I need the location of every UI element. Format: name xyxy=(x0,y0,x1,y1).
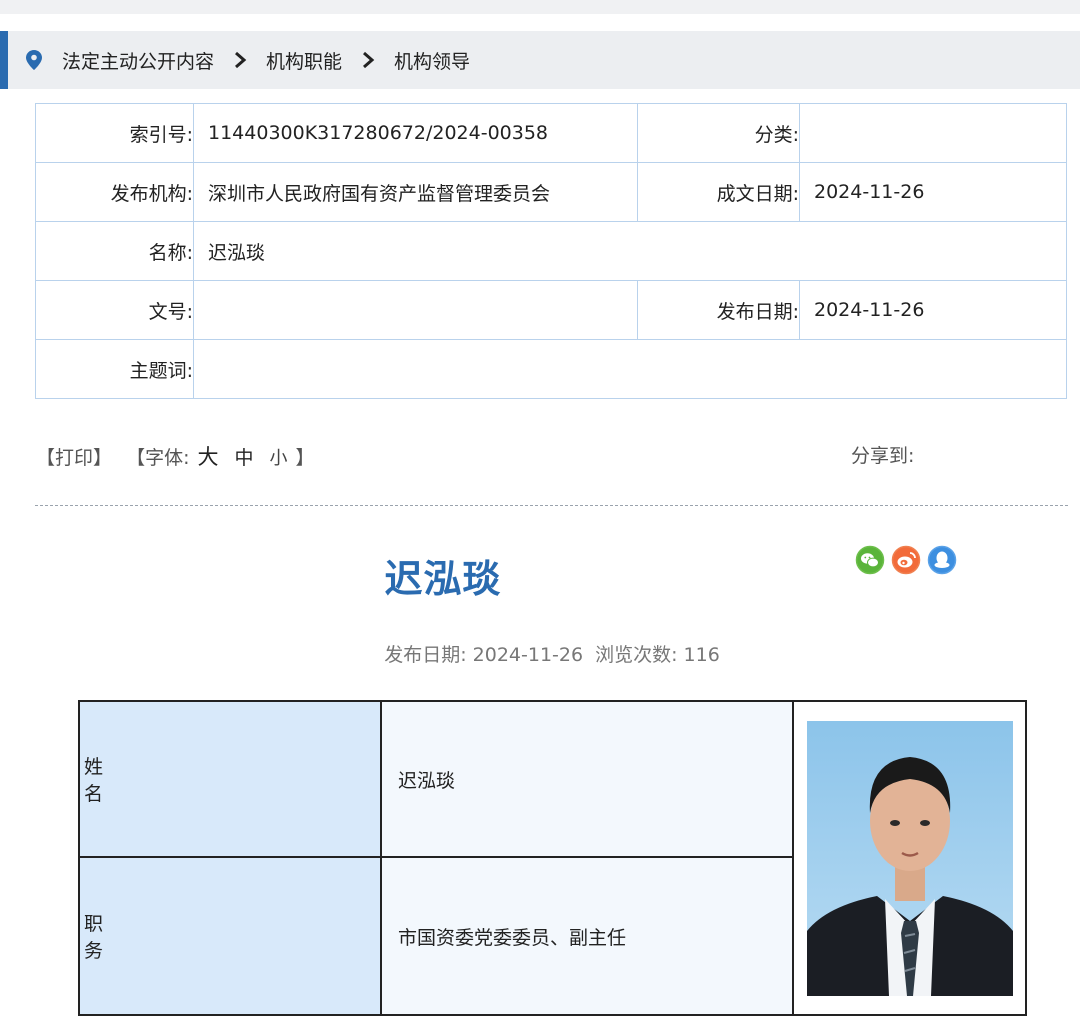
profile-row: 姓名 迟泓琰 xyxy=(78,700,1027,1016)
index-label: 索引号: xyxy=(35,103,194,163)
publish-date-label: 发布日期: xyxy=(637,280,800,340)
position-cell: 市国资委党委委员、副主任 xyxy=(380,856,794,1016)
category-label: 分类: xyxy=(637,103,800,163)
meta-row: 索引号: 11440300K317280672/2024-00358 分类: xyxy=(35,103,1067,163)
category-value xyxy=(799,103,1067,163)
weibo-icon[interactable] xyxy=(891,545,921,575)
name-value: 迟泓琰 xyxy=(193,221,1067,281)
doc-number-value xyxy=(193,280,638,340)
font-size-suffix: 】 xyxy=(295,447,315,469)
publisher-label: 发布机构: xyxy=(35,162,194,222)
profile-table: 姓名 迟泓琰 职务 市国资委党委委员、副主任 xyxy=(78,700,1027,1016)
font-size-prefix: 【字体: xyxy=(126,447,190,469)
name-cell: 迟泓琰 xyxy=(380,700,794,858)
document-meta-table: 索引号: 11440300K317280672/2024-00358 分类: 发… xyxy=(35,103,1067,399)
breadcrumb: 法定主动公开内容 机构职能 机构领导 xyxy=(0,31,1080,89)
chevron-right-icon xyxy=(235,51,247,69)
meta-row: 名称: 迟泓琰 xyxy=(35,221,1067,281)
position-header: 职务 xyxy=(84,913,148,962)
breadcrumb-item-public-content[interactable]: 法定主动公开内容 xyxy=(62,47,214,74)
chevron-right-icon xyxy=(363,51,375,69)
print-link[interactable]: 【打印】 xyxy=(36,447,112,469)
divider xyxy=(35,505,1068,506)
doc-number-label: 文号: xyxy=(35,280,194,340)
location-pin-icon xyxy=(26,50,42,70)
publisher-value: 深圳市人民政府国有资产监督管理委员会 xyxy=(193,162,638,222)
article-title: 迟泓琰 xyxy=(384,557,502,601)
top-strip xyxy=(0,0,1080,14)
breadcrumb-item-leaders[interactable]: 机构领导 xyxy=(394,47,470,74)
meta-row: 主题词: xyxy=(35,339,1067,399)
font-size-small-link[interactable]: 小 xyxy=(269,448,287,469)
breadcrumb-item-functions[interactable]: 机构职能 xyxy=(266,47,342,74)
meta-row: 文号: 发布日期: 2024-11-26 xyxy=(35,280,1067,340)
index-value: 11440300K317280672/2024-00358 xyxy=(193,103,638,163)
keywords-value xyxy=(193,339,1067,399)
meta-row: 发布机构: 深圳市人民政府国有资产监督管理委员会 成文日期: 2024-11-2… xyxy=(35,162,1067,222)
article-publish-date: 发布日期: 2024-11-26 xyxy=(384,644,584,666)
keywords-label: 主题词: xyxy=(35,339,194,399)
position-header-cell: 职务 xyxy=(78,856,382,1016)
article-view-count: 浏览次数: 116 xyxy=(595,644,720,666)
article-tools: 【打印】 【字体: 大中小】 xyxy=(36,441,315,471)
written-date-label: 成文日期: xyxy=(637,162,800,222)
share-label: 分享到: xyxy=(851,445,915,467)
photo-cell xyxy=(792,700,1027,1016)
name-label: 名称: xyxy=(35,221,194,281)
written-date-value: 2024-11-26 xyxy=(799,162,1067,222)
publish-date-value: 2024-11-26 xyxy=(799,280,1067,340)
font-size-large-link[interactable]: 大 xyxy=(197,445,218,469)
article-meta: 发布日期: 2024-11-26 浏览次数: 116 xyxy=(0,640,1080,667)
name-header: 姓名 xyxy=(84,756,148,805)
qq-icon[interactable] xyxy=(927,545,957,575)
portrait-photo xyxy=(806,720,1013,996)
name-header-cell: 姓名 xyxy=(78,700,382,858)
font-size-medium-link[interactable]: 中 xyxy=(234,447,253,469)
